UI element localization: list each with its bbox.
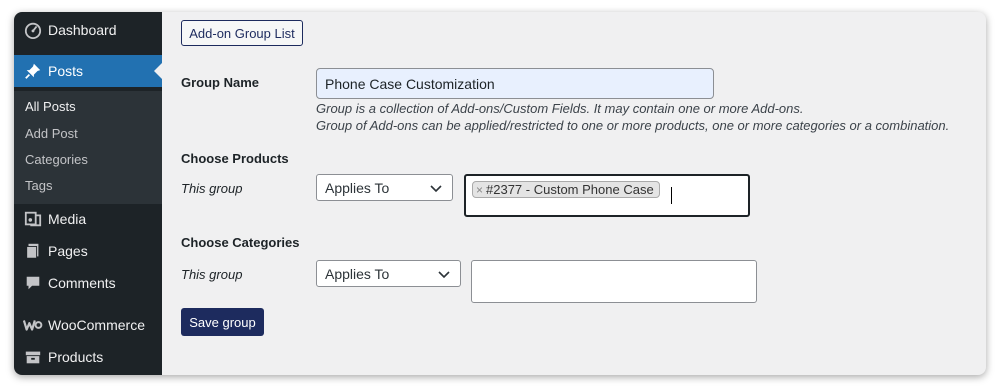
posts-submenu: All Posts Add Post Categories Tags	[14, 91, 162, 204]
sidebar-item-woocommerce[interactable]: WooCommerce	[14, 309, 162, 341]
sidebar-item-products[interactable]: Products	[14, 341, 162, 373]
choose-categories-heading: Choose Categories	[181, 235, 300, 250]
products-select-value: Applies To	[325, 179, 390, 196]
submenu-tags[interactable]: Tags	[25, 178, 52, 193]
sidebar-item-label: Pages	[48, 243, 88, 259]
products-applies-select[interactable]: Applies To	[316, 174, 453, 201]
sidebar-item-posts[interactable]: Posts	[14, 55, 162, 87]
sidebar-item-label: Media	[48, 211, 87, 227]
choose-products-heading: Choose Products	[181, 151, 289, 166]
sidebar-item-label: WooCommerce	[48, 317, 145, 333]
save-group-button[interactable]: Save group	[181, 308, 264, 336]
selected-product-tag: × #2377 - Custom Phone Case	[472, 181, 660, 198]
group-description-line-2: Group of Add-ons can be applied/restrict…	[316, 118, 950, 133]
pages-icon	[23, 241, 43, 261]
group-name-input[interactable]: Phone Case Customization	[316, 68, 714, 99]
categories-select-value: Applies To	[325, 265, 390, 282]
sidebar-item-label: Comments	[48, 275, 116, 291]
main-content: Add-on Group List Group Name Phone Case …	[162, 12, 986, 375]
chevron-down-icon	[430, 185, 442, 193]
group-name-value: Phone Case Customization	[325, 75, 495, 92]
admin-sidebar: Dashboard Posts All Posts Add Post Categ…	[14, 12, 162, 375]
sidebar-item-label: Products	[48, 349, 104, 365]
media-icon	[23, 209, 43, 229]
sidebar-item-label: Posts	[48, 63, 84, 79]
sidebar-item-dashboard[interactable]: Dashboard	[14, 14, 162, 46]
woocommerce-icon	[23, 315, 43, 335]
sidebar-item-pages[interactable]: Pages	[14, 235, 162, 267]
group-description-line-1: Group is a collection of Add-ons/Custom …	[316, 101, 804, 116]
categories-row-label: This group	[181, 267, 243, 282]
selected-product-label: #2377 - Custom Phone Case	[486, 182, 654, 197]
sidebar-item-comments[interactable]: Comments	[14, 267, 162, 299]
submenu-all-posts[interactable]: All Posts	[25, 99, 76, 114]
categories-multiselect[interactable]	[471, 260, 757, 303]
products-icon	[23, 347, 43, 367]
categories-applies-select[interactable]: Applies To	[316, 260, 461, 287]
products-multiselect[interactable]: × #2377 - Custom Phone Case	[464, 174, 750, 217]
sidebar-item-media[interactable]: Media	[14, 203, 162, 235]
group-name-label: Group Name	[181, 75, 260, 90]
text-cursor	[671, 187, 672, 204]
app-window: Dashboard Posts All Posts Add Post Categ…	[14, 12, 986, 375]
dashboard-icon	[23, 20, 43, 40]
chevron-down-icon	[438, 271, 450, 279]
pin-icon	[23, 61, 43, 81]
sidebar-item-label: Dashboard	[48, 22, 117, 38]
remove-tag-icon[interactable]: ×	[476, 183, 483, 197]
addon-group-list-button[interactable]: Add-on Group List	[181, 20, 303, 46]
submenu-add-post[interactable]: Add Post	[25, 126, 78, 141]
comments-icon	[23, 273, 43, 293]
products-row-label: This group	[181, 181, 243, 196]
submenu-categories[interactable]: Categories	[25, 152, 88, 167]
